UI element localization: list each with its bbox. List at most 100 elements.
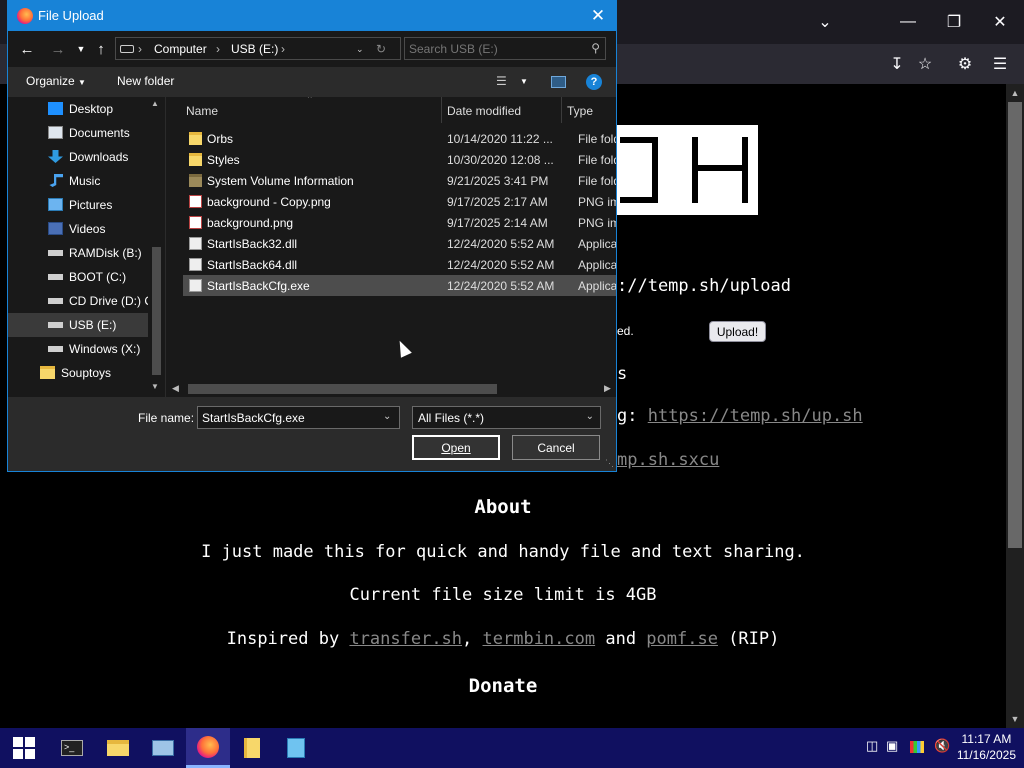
column-divider[interactable] bbox=[561, 97, 562, 123]
scroll-up-icon[interactable]: ▲ bbox=[151, 99, 159, 108]
search-box[interactable]: ⚲ bbox=[404, 37, 606, 60]
color-tray-icon[interactable] bbox=[910, 741, 924, 753]
address-bar[interactable]: › Computer › USB (E:) › ⌄ ↻ bbox=[115, 37, 401, 60]
upload-url-text: ://temp.sh/upload bbox=[617, 276, 791, 296]
file-row[interactable]: System Volume Information 9/21/2025 3:41 … bbox=[183, 170, 616, 191]
open-button[interactable]: Open bbox=[412, 435, 500, 460]
sidebar-item[interactable]: BOOT (C:) bbox=[8, 265, 148, 289]
transfer-sh-link[interactable]: transfer.sh bbox=[349, 629, 462, 649]
sidebar-item[interactable]: CD Drive (D:) C bbox=[8, 289, 148, 313]
file-row[interactable]: Styles 10/30/2020 12:08 ... File folder bbox=[183, 149, 616, 170]
usb-tray-icon[interactable]: ◫ bbox=[866, 738, 878, 754]
file-row[interactable]: background - Copy.png 9/17/2025 2:17 AM PN… bbox=[183, 191, 616, 212]
up-arrow-icon[interactable]: ↑ bbox=[90, 38, 112, 60]
breadcrumb-computer[interactable]: Computer bbox=[154, 42, 207, 56]
upsh-prefix: g: bbox=[617, 406, 648, 426]
column-date-modified[interactable]: Date modified bbox=[447, 104, 521, 118]
sidebar-item[interactable]: Windows (X:) bbox=[8, 337, 148, 361]
terminal-icon: >_ bbox=[61, 740, 83, 756]
nav-scroll-thumb[interactable] bbox=[152, 247, 161, 375]
scroll-left-icon[interactable]: ◀ bbox=[172, 383, 179, 394]
new-folder-button[interactable]: New folder bbox=[117, 74, 174, 88]
scroll-down-icon[interactable]: ▼ bbox=[1006, 710, 1024, 728]
forward-arrow-icon[interactable]: → bbox=[47, 38, 69, 60]
restore-icon[interactable]: ❐ bbox=[934, 2, 974, 42]
sidebar-item[interactable]: Documents bbox=[8, 121, 148, 145]
taskbar-firefox[interactable] bbox=[186, 728, 230, 768]
sidebar-item[interactable]: Souptoys bbox=[8, 361, 140, 385]
chevron-down-icon[interactable]: ⌄ bbox=[383, 411, 391, 422]
search-icon: ⚲ bbox=[591, 41, 600, 55]
system-clock[interactable]: 11:17 AM 11/16/2025 bbox=[957, 731, 1016, 763]
refresh-icon[interactable]: ↻ bbox=[376, 42, 386, 56]
page-scrollbar[interactable]: ▲ ▼ bbox=[1006, 84, 1024, 728]
column-name[interactable]: Name bbox=[186, 104, 218, 118]
recent-locations-icon[interactable]: ▼ bbox=[70, 38, 92, 60]
sidebar-item[interactable]: Music bbox=[8, 169, 148, 193]
nav-scrollbar[interactable]: ▲ ▼ bbox=[148, 97, 165, 397]
file-row[interactable]: background.png 9/17/2025 2:14 AM PNG imag bbox=[183, 212, 616, 233]
file-row[interactable]: StartIsBack32.dll 12/24/2020 5:52 AM Appli… bbox=[183, 233, 616, 254]
cancel-button[interactable]: Cancel bbox=[512, 435, 600, 460]
scroll-up-icon[interactable]: ▲ bbox=[1006, 84, 1024, 102]
horizontal-scroll-thumb[interactable] bbox=[188, 384, 497, 394]
start-button[interactable] bbox=[2, 728, 46, 768]
folder-icon bbox=[40, 366, 55, 379]
taskbar-app[interactable] bbox=[141, 728, 185, 768]
taskbar-notepad[interactable] bbox=[274, 728, 318, 768]
help-icon[interactable]: ? bbox=[586, 74, 602, 90]
organize-button[interactable]: Organize ▼ bbox=[26, 74, 86, 88]
sidebar-item-label: CD Drive (D:) C bbox=[69, 294, 148, 308]
sidebar-item[interactable]: RAMDisk (B:) bbox=[8, 241, 148, 265]
upsh-link[interactable]: https://temp.sh/up.sh bbox=[648, 406, 863, 426]
close-window-icon[interactable]: ✕ bbox=[980, 2, 1020, 42]
page-scroll-thumb[interactable] bbox=[1008, 102, 1022, 548]
horizontal-scrollbar[interactable]: ◀ ▶ bbox=[166, 380, 616, 397]
preview-pane-icon[interactable] bbox=[551, 76, 566, 88]
file-row[interactable]: Orbs 10/14/2020 11:22 ... File folder bbox=[183, 128, 616, 149]
minimize-icon[interactable]: — bbox=[888, 2, 928, 42]
pomf-link[interactable]: pomf.se bbox=[646, 629, 718, 649]
scroll-down-icon[interactable]: ▼ bbox=[151, 382, 159, 391]
view-dropdown-icon[interactable]: ▼ bbox=[520, 77, 528, 86]
dialog-title-bar[interactable]: File Upload ✕ bbox=[8, 1, 616, 31]
resize-grip-icon[interactable]: ⋱ bbox=[605, 458, 614, 469]
menu-icon[interactable]: ☰ bbox=[980, 44, 1020, 84]
inspired-suffix: (RIP) bbox=[717, 629, 780, 649]
breadcrumb-chevron-icon: › bbox=[216, 42, 220, 56]
documents-icon bbox=[48, 126, 63, 139]
termbin-link[interactable]: termbin.com bbox=[483, 629, 596, 649]
folder-icon bbox=[189, 174, 202, 187]
file-row[interactable]: StartIsBack64.dll 12/24/2020 5:52 AM Appli… bbox=[183, 254, 616, 275]
network-tray-icon[interactable]: ▣ bbox=[886, 738, 898, 754]
back-arrow-icon[interactable]: ← bbox=[16, 38, 38, 60]
column-divider[interactable] bbox=[441, 97, 442, 123]
file-row[interactable]: StartIsBackCfg.exe 12/24/2020 5:52 AM Appl… bbox=[183, 275, 616, 296]
column-type[interactable]: Type bbox=[567, 104, 593, 118]
sidebar-item[interactable]: Downloads bbox=[8, 145, 148, 169]
close-icon[interactable]: ✕ bbox=[586, 4, 610, 28]
sidebar-item[interactable]: USB (E:) bbox=[8, 313, 148, 337]
change-view-icon[interactable]: ☰ bbox=[496, 74, 507, 88]
sidebar-item[interactable]: Videos bbox=[8, 217, 148, 241]
file-name: System Volume Information bbox=[207, 174, 354, 188]
scroll-right-icon[interactable]: ▶ bbox=[604, 383, 611, 394]
extensions-icon[interactable]: ⚙ bbox=[945, 44, 985, 84]
sxcu-link[interactable]: mp.sh.sxcu bbox=[617, 450, 719, 470]
taskbar-file-explorer[interactable] bbox=[96, 728, 140, 768]
upload-button[interactable]: Upload! bbox=[709, 321, 766, 342]
sidebar-item-label: Music bbox=[69, 174, 101, 188]
breadcrumb-usb[interactable]: USB (E:) bbox=[231, 42, 278, 56]
list-all-tabs-icon[interactable]: ⌄ bbox=[805, 2, 845, 42]
bookmark-star-icon[interactable]: ☆ bbox=[905, 44, 945, 84]
search-input[interactable] bbox=[409, 41, 579, 56]
sidebar-item[interactable]: Pictures bbox=[8, 193, 148, 217]
file-name-input[interactable] bbox=[197, 406, 400, 429]
volume-muted-icon[interactable]: 🔇 bbox=[934, 738, 950, 754]
cd-drive-icon bbox=[48, 298, 63, 304]
file-type-select[interactable]: All Files (*.*) ⌄ bbox=[412, 406, 601, 429]
taskbar-folder[interactable] bbox=[230, 728, 274, 768]
address-dropdown-icon[interactable]: ⌄ bbox=[356, 44, 364, 55]
sidebar-item[interactable]: Desktop bbox=[8, 97, 148, 121]
taskbar-terminal[interactable]: >_ bbox=[50, 728, 94, 768]
